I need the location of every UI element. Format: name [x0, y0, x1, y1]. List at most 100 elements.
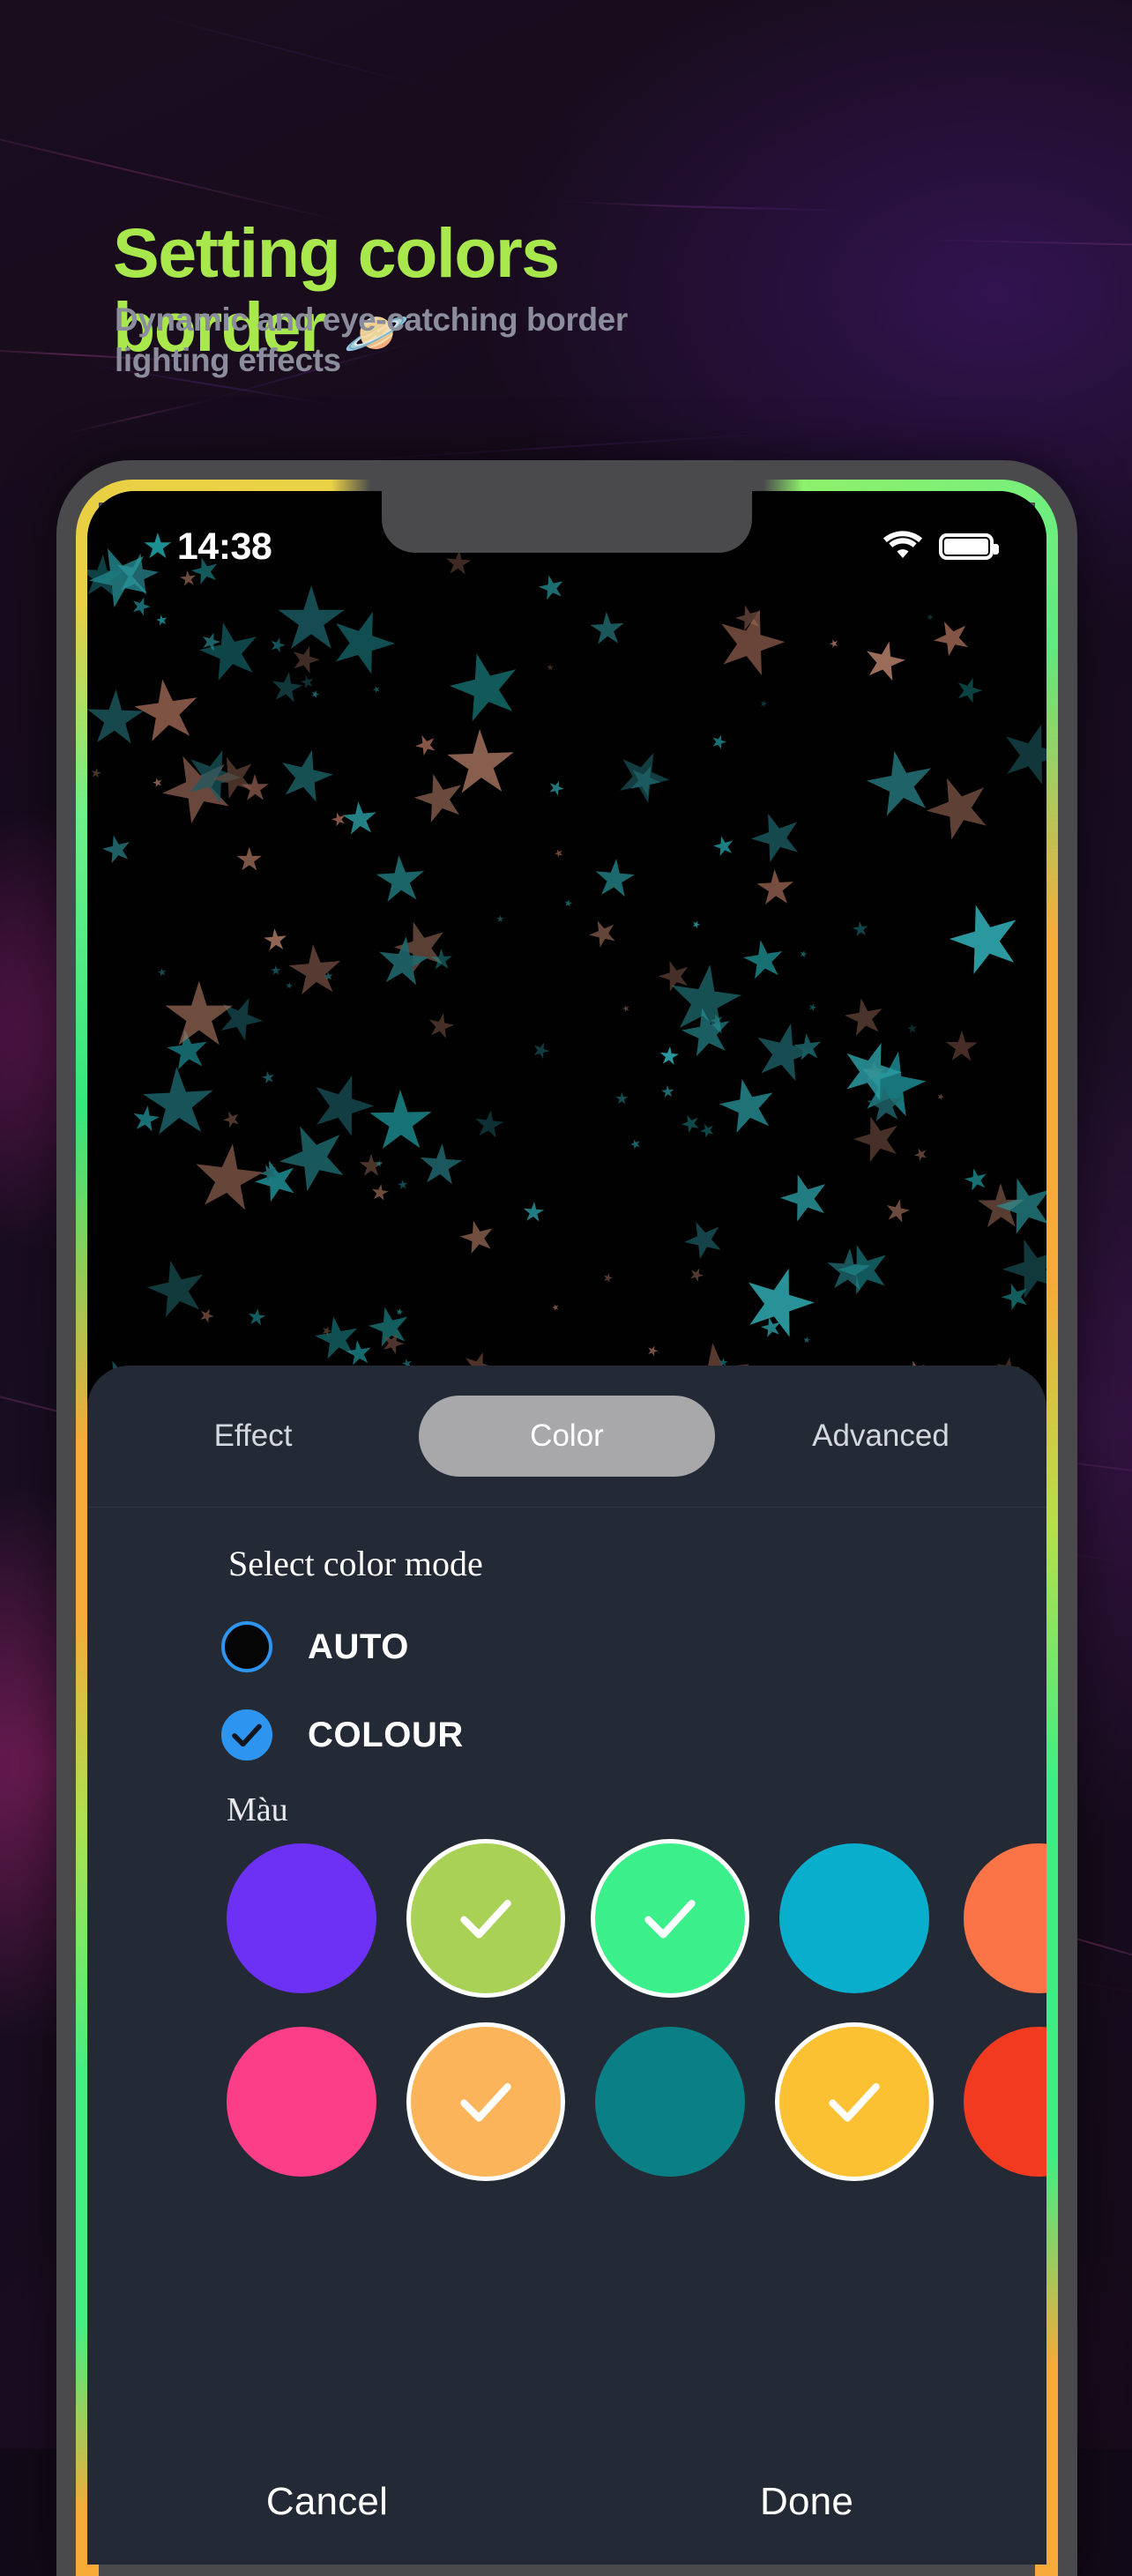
- color-swatch-1-4[interactable]: [964, 2027, 1046, 2177]
- wallpaper-star: [368, 1089, 433, 1154]
- wallpaper-star: [285, 981, 293, 989]
- wallpaper-star: [952, 674, 986, 707]
- wallpaper-star: [687, 1265, 705, 1284]
- tab-effect[interactable]: Effect: [96, 1396, 410, 1477]
- color-swatch-1-1[interactable]: [411, 2027, 561, 2177]
- wallpaper-star: [330, 810, 348, 829]
- wallpaper-star: [409, 767, 472, 830]
- color-swatch-0-2[interactable]: [595, 1843, 745, 1993]
- page-subtitle: Dynamic and eye-catching border lighting…: [115, 300, 628, 380]
- wallpaper-star: [129, 594, 153, 619]
- wallpaper-star: [711, 834, 736, 860]
- color-swatch-1-0[interactable]: [227, 2027, 376, 2177]
- tab-bar: Effect Color Advanced: [87, 1366, 1046, 1507]
- swatch-row: [227, 2027, 1046, 2177]
- background-streak: [324, 431, 797, 463]
- mode-option-auto[interactable]: AUTO: [87, 1584, 1046, 1672]
- star-icon: ★: [142, 529, 174, 564]
- mode-label-colour: COLOUR: [308, 1716, 464, 1755]
- wallpaper-star: [90, 767, 102, 779]
- wallpaper-star: [774, 1167, 836, 1229]
- wallpaper-star: [263, 927, 288, 953]
- wallpaper-star: [300, 674, 316, 689]
- wallpaper-star: [473, 1108, 505, 1141]
- wallpaper-star: [155, 614, 168, 627]
- color-swatch-1-3[interactable]: [779, 2027, 929, 2177]
- border-light-glow: ★ 14:38 Effect: [76, 480, 1058, 2576]
- wifi-icon: [881, 528, 925, 566]
- wallpaper-star: [260, 1069, 275, 1084]
- wallpaper-star: [622, 1004, 630, 1013]
- swatch-row: [227, 1843, 1046, 1993]
- wallpaper-star: [744, 804, 809, 869]
- wallpaper-star: [551, 1303, 560, 1312]
- background-streak: [615, 204, 852, 212]
- wallpaper-star: [829, 638, 840, 650]
- wallpaper-star: [522, 1201, 545, 1224]
- wallpaper-star: [142, 1254, 213, 1326]
- wallpaper-star: [585, 915, 622, 952]
- wallpaper-star: [287, 942, 345, 1001]
- wallpaper-star: [883, 1196, 912, 1225]
- radio-unchecked-icon[interactable]: [221, 1621, 272, 1672]
- wallpaper-star: [340, 800, 378, 838]
- wallpaper-star: [236, 847, 262, 873]
- wallpaper-star: [370, 1183, 390, 1202]
- color-swatch-0-1[interactable]: [411, 1843, 561, 1993]
- color-swatch-1-2[interactable]: [595, 2027, 745, 2177]
- wallpaper-star: [988, 1170, 1046, 1243]
- settings-sheet: Effect Color Advanced Select color mode …: [87, 1366, 1046, 2565]
- mode-option-colour[interactable]: COLOUR: [87, 1672, 1046, 1761]
- wallpaper-star: [396, 1308, 405, 1317]
- wallpaper-star: [302, 1066, 382, 1146]
- wallpaper-star: [690, 919, 701, 930]
- wallpaper-star: [679, 1112, 704, 1136]
- wallpaper-star: [270, 965, 280, 976]
- wallpaper-star: [87, 689, 145, 749]
- tab-advanced[interactable]: Advanced: [724, 1396, 1038, 1477]
- done-button[interactable]: Done: [760, 2480, 853, 2523]
- wallpaper-star: [860, 637, 909, 687]
- wallpaper-star: [268, 636, 287, 655]
- tab-color[interactable]: Color: [419, 1396, 715, 1477]
- wallpaper-star: [130, 1104, 161, 1135]
- wallpaper-star: [660, 1084, 674, 1098]
- wallpaper-star: [241, 774, 270, 803]
- wallpaper-star: [645, 1344, 659, 1359]
- wallpaper-star: [759, 699, 768, 708]
- wallpaper-star: [926, 613, 935, 622]
- wallpaper-star: [602, 1272, 614, 1284]
- wallpaper-star: [803, 1336, 811, 1344]
- wallpaper-star: [268, 669, 304, 705]
- wallpaper-star: [936, 1092, 945, 1101]
- wallpaper-star: [945, 1031, 979, 1064]
- status-bar-left: ★ 14:38: [142, 525, 272, 569]
- wallpaper-star: [860, 744, 941, 824]
- color-swatch-grid: [87, 1829, 1046, 2177]
- swatch-group-label: Màu: [87, 1761, 1046, 1829]
- wallpaper-star: [273, 744, 339, 809]
- wallpaper-star: [607, 741, 678, 812]
- wallpaper-star: [189, 1139, 267, 1217]
- cancel-button[interactable]: Cancel: [266, 2480, 388, 2523]
- wallpaper-star: [714, 1073, 782, 1141]
- color-swatch-0-4[interactable]: [964, 1843, 1046, 1993]
- wallpaper-star: [398, 1180, 409, 1191]
- radio-checked-icon[interactable]: [221, 1709, 272, 1761]
- wallpaper-star: [197, 1306, 217, 1325]
- wallpaper-star: [211, 989, 270, 1048]
- wallpaper-star: [100, 831, 135, 867]
- wallpaper-star: [547, 778, 567, 798]
- color-swatch-0-0[interactable]: [227, 1843, 376, 1993]
- wallpaper-star: [708, 600, 793, 686]
- phone-notch: [382, 491, 752, 553]
- wallpaper-star: [157, 967, 167, 977]
- color-swatch-0-3[interactable]: [779, 1843, 929, 1993]
- wallpaper-star: [912, 1146, 930, 1164]
- wallpaper-star: [962, 1165, 990, 1194]
- wallpaper-star: [629, 1137, 642, 1150]
- mode-label-auto: AUTO: [308, 1627, 409, 1667]
- wallpaper-star: [832, 1238, 897, 1302]
- phone-screen: ★ 14:38 Effect: [87, 491, 1046, 2565]
- wallpaper-star: [808, 1002, 818, 1013]
